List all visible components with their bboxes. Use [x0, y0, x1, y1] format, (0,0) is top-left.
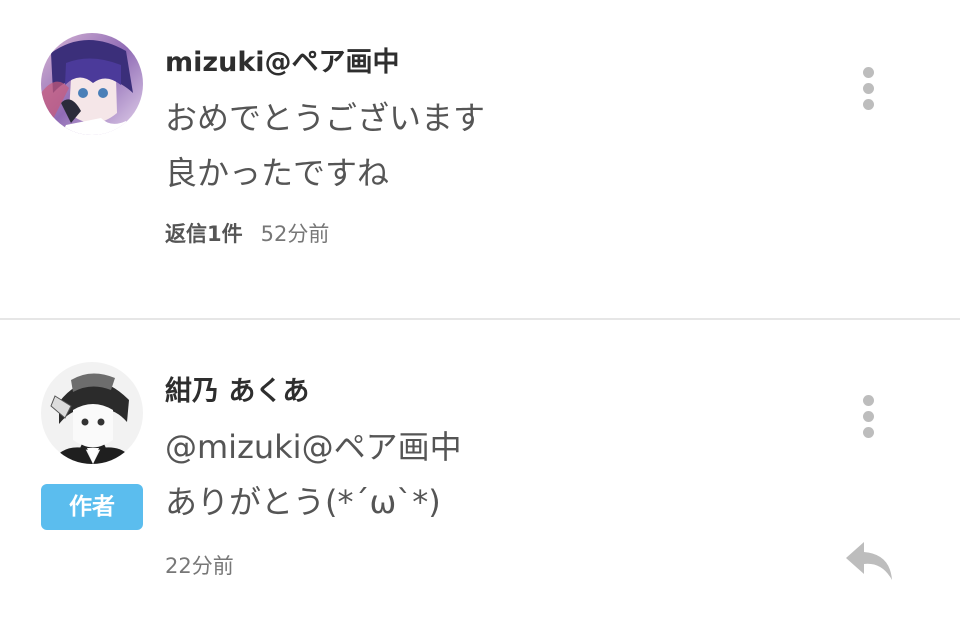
- comment-text-line: 良かったですね: [165, 154, 390, 192]
- avatar-illustration-purple-hair: [41, 33, 143, 135]
- username[interactable]: 紺乃 あくあ: [165, 369, 309, 408]
- kebab-menu-icon[interactable]: [860, 67, 878, 111]
- username[interactable]: mizuki@ペア画中: [165, 40, 400, 79]
- replies-link[interactable]: 返信1件: [165, 222, 243, 246]
- kebab-menu-icon[interactable]: [860, 395, 878, 439]
- author-badge: 作者: [41, 484, 143, 530]
- avatar[interactable]: [41, 362, 143, 464]
- avatar-illustration-monochrome: [41, 362, 143, 464]
- comment-item: 紺乃 あくあ @mizuki@ペア画中 ありがとう(*´ω`*) 作者 22分前: [0, 320, 960, 642]
- avatar[interactable]: [41, 33, 143, 135]
- comment-text-line: ありがとう(*´ω`*): [165, 483, 441, 521]
- comment-text-line: @mizuki@ペア画中: [165, 428, 462, 466]
- timestamp: 22分前: [165, 554, 234, 578]
- comment-text-line: おめでとうございます: [165, 99, 486, 137]
- comment-meta: 返信1件 52分前: [165, 218, 329, 248]
- timestamp: 52分前: [260, 222, 330, 246]
- reply-arrow-icon[interactable]: [844, 540, 894, 582]
- comment-item: mizuki@ペア画中 おめでとうございます 良かったですね 返信1件 52分前: [0, 0, 960, 318]
